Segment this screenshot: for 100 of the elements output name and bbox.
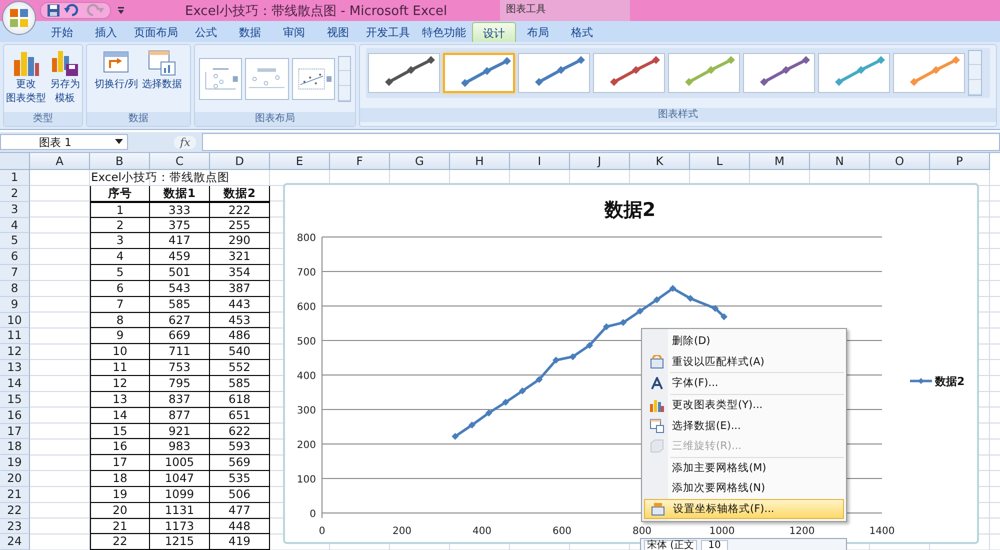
table-cell: 19 xyxy=(90,486,150,503)
ribbon-button[interactable]: 切换行/列 xyxy=(94,48,139,92)
column-header[interactable]: P xyxy=(930,153,990,170)
row-header[interactable]: 4 xyxy=(0,218,30,234)
ribbon-tab[interactable]: 设计 xyxy=(472,22,516,42)
row-header[interactable]: 8 xyxy=(0,280,30,297)
ribbon-tab[interactable]: 插入 xyxy=(84,22,128,42)
column-header[interactable]: G xyxy=(390,153,450,170)
ribbon-tab[interactable]: 开始 xyxy=(40,22,84,42)
table-cell: 17 xyxy=(90,455,150,472)
column-header[interactable]: L xyxy=(690,153,750,170)
ribbon-button[interactable]: 另存为 模板 xyxy=(48,48,81,106)
column-header[interactable]: F xyxy=(330,153,390,170)
column-header[interactable]: K xyxy=(630,153,690,170)
table-cell: 数据1 xyxy=(150,186,210,202)
x-axis-label: 200 xyxy=(392,526,412,537)
y-axis-label: 600 xyxy=(296,302,316,313)
table-cell: 20 xyxy=(90,502,150,519)
table-cell: 387 xyxy=(210,280,270,297)
ribbon-tab[interactable]: 视图 xyxy=(316,22,360,42)
row-header[interactable]: 21 xyxy=(0,486,30,503)
menu-item[interactable]: 更改图表类型(Y)... xyxy=(670,394,844,416)
table-cell: 543 xyxy=(150,280,210,297)
table-cell: 622 xyxy=(210,424,270,440)
ribbon-tab[interactable]: 开发工具 xyxy=(360,22,416,42)
ribbon-tab[interactable]: 格式 xyxy=(560,22,604,42)
ribbon-tab[interactable]: 数据 xyxy=(228,22,272,42)
table-cell: 375 xyxy=(150,218,210,234)
table-cell: 11 xyxy=(90,360,150,376)
column-header[interactable]: M xyxy=(750,153,810,170)
table-cell: 669 xyxy=(150,328,210,344)
row-header[interactable]: 1 xyxy=(0,170,30,186)
menu-item[interactable]: 选择数据(E)... xyxy=(644,415,844,436)
column-header[interactable]: D xyxy=(210,153,270,170)
name-box[interactable]: 图表 1 xyxy=(0,134,128,150)
font-name-field[interactable]: 宋体 (正文 xyxy=(644,540,698,550)
table-cell: 448 xyxy=(210,518,270,534)
row-header[interactable]: 24 xyxy=(0,534,30,550)
ribbon-tab[interactable]: 审阅 xyxy=(272,22,316,42)
y-axis-label: 700 xyxy=(296,268,316,278)
column-header[interactable]: N xyxy=(810,153,870,170)
table-cell: 618 xyxy=(210,392,270,408)
column-header[interactable]: I xyxy=(510,153,570,170)
row-header[interactable]: 9 xyxy=(0,296,30,313)
ribbon-tab[interactable]: 特色功能 xyxy=(416,22,472,42)
row-header[interactable]: 13 xyxy=(0,360,30,376)
table-cell: 15 xyxy=(90,424,150,440)
table-cell: 569 xyxy=(210,455,270,472)
row-header[interactable]: 7 xyxy=(0,265,30,281)
column-header[interactable]: E xyxy=(270,153,330,170)
x-axis-label: 600 xyxy=(552,526,572,537)
table-cell: 711 xyxy=(150,344,210,360)
row-header[interactable]: 23 xyxy=(0,518,30,534)
row-header[interactable]: 15 xyxy=(0,392,30,408)
row-header[interactable]: 10 xyxy=(0,312,30,328)
row-header[interactable]: 19 xyxy=(0,455,30,472)
menu-item[interactable]: 重设以匹配样式(A) xyxy=(644,352,844,372)
row-header[interactable]: 16 xyxy=(0,408,30,424)
menu-item[interactable]: 字体(F)... xyxy=(670,372,844,394)
row-header[interactable]: 11 xyxy=(0,328,30,344)
x-axis-label: 1200 xyxy=(789,526,815,537)
font-size-field[interactable]: 10 xyxy=(701,540,728,550)
row-header[interactable]: 12 xyxy=(0,344,30,360)
table-cell: 255 xyxy=(210,218,270,234)
ribbon-tab[interactable]: 页面布局 xyxy=(128,22,184,42)
column-header[interactable]: J xyxy=(570,153,630,170)
row-header[interactable]: 2 xyxy=(0,186,30,202)
y-axis-label: 300 xyxy=(296,406,316,416)
table-cell: 1047 xyxy=(150,471,210,487)
table-cell: 477 xyxy=(210,502,270,519)
table-cell: 593 xyxy=(210,439,270,456)
table-cell: 506 xyxy=(210,486,270,503)
column-header[interactable]: H xyxy=(450,153,510,170)
row-header[interactable]: 22 xyxy=(0,502,30,519)
menu-item[interactable]: 添加次要网格线(N) xyxy=(644,478,844,499)
insert-function-button[interactable]: fx xyxy=(174,136,196,148)
menu-item[interactable]: 设置坐标轴格式(F)... xyxy=(644,498,844,520)
row-header[interactable]: 14 xyxy=(0,376,30,392)
ribbon-button[interactable]: 选择数据 xyxy=(140,48,183,92)
ribbon-tab[interactable]: 公式 xyxy=(184,22,228,42)
ribbon-button[interactable]: 更改 图表类型 xyxy=(4,48,47,106)
row-header[interactable]: 20 xyxy=(0,471,30,487)
row-header[interactable]: 5 xyxy=(0,233,30,250)
row-header[interactable]: 18 xyxy=(0,439,30,456)
menu-item[interactable]: 删除(D) xyxy=(644,331,844,352)
y-axis-label: 100 xyxy=(296,474,316,486)
table-cell: 290 xyxy=(210,233,270,250)
row-header[interactable]: 6 xyxy=(0,249,30,266)
x-axis-label: 400 xyxy=(472,526,492,537)
row-header[interactable]: 17 xyxy=(0,424,30,440)
menu-item[interactable]: 添加主要网格线(M) xyxy=(670,456,844,478)
table-cell: 16 xyxy=(90,439,150,456)
ribbon-tab[interactable]: 布局 xyxy=(516,22,560,42)
column-header[interactable]: A xyxy=(30,153,90,170)
row-header[interactable]: 3 xyxy=(0,202,30,218)
table-cell: 552 xyxy=(210,360,270,376)
column-header[interactable]: O xyxy=(870,153,930,170)
column-header[interactable]: B xyxy=(90,153,150,170)
table-cell: 795 xyxy=(150,376,210,392)
column-header[interactable]: C xyxy=(150,153,210,170)
